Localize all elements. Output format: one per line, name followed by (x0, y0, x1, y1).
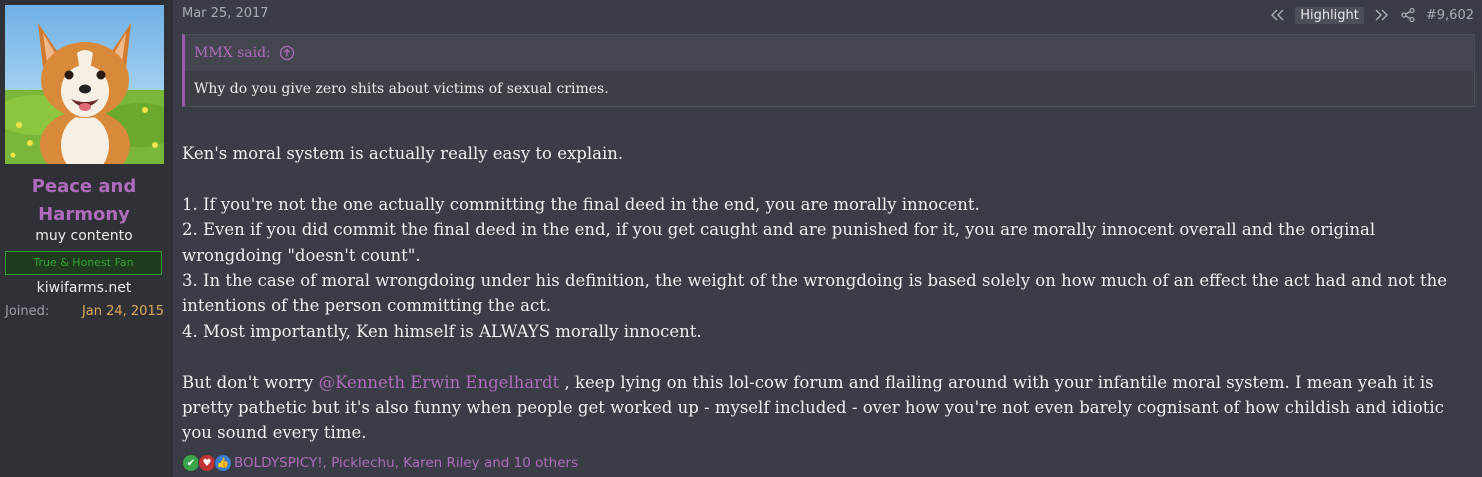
avatar[interactable] (5, 5, 164, 164)
post-closing: But don't worry @Kenneth Erwin Engelhard… (182, 370, 1472, 446)
post-point-2: 2. Even if you did commit the final deed… (182, 220, 1376, 265)
post-number[interactable]: #9,602 (1426, 8, 1474, 23)
user-site: kiwifarms.net (36, 280, 132, 296)
go-to-quote-icon[interactable] (279, 45, 295, 61)
post-body: Ken's moral system is actually really ea… (182, 141, 1472, 446)
user-title: muy contento (35, 228, 133, 244)
username-line-1[interactable]: Peace and (0, 173, 168, 201)
rewind-icon[interactable] (1269, 7, 1285, 23)
quote-text: Why do you give zero shits about victims… (185, 71, 1474, 106)
username-line-2[interactable]: Harmony (0, 201, 168, 229)
quote-block: MMX said: Why do you give zero shits abo… (182, 34, 1475, 107)
post-date[interactable]: Mar 25, 2017 (182, 6, 269, 21)
quote-author[interactable]: MMX said: (194, 45, 271, 61)
joined-date: Jan 24, 2015 (81, 304, 164, 319)
user-banner: True & Honest Fan (5, 251, 162, 275)
post-point-4: 4. Most importantly, Ken himself is ALWA… (182, 321, 702, 341)
user-mention-link[interactable]: @Kenneth Erwin Engelhardt (319, 373, 560, 392)
joined-label: Joined: (5, 304, 50, 319)
quote-header[interactable]: MMX said: (185, 35, 1474, 71)
share-icon[interactable] (1400, 7, 1416, 23)
post-intro: Ken's moral system is actually really ea… (182, 144, 624, 163)
username[interactable]: Peace and Harmony (0, 173, 168, 229)
closing-text-start: But don't worry (182, 372, 319, 392)
highlight-button[interactable]: Highlight (1295, 6, 1364, 24)
fast-forward-icon[interactable] (1374, 7, 1390, 23)
reactions-bar: ✔ ♥ 👍 BOLDYSPICY!, Picklechu, Karen Rile… (182, 453, 578, 473)
post-toolbar: Highlight #9,602 (1269, 5, 1474, 25)
reaction-users-link[interactable]: BOLDYSPICY!, Picklechu, Karen Riley and … (234, 455, 578, 471)
reaction-icons: ✔ ♥ 👍 (182, 454, 232, 472)
thumbs-up-icon: 👍 (214, 454, 232, 472)
post-point-3: 3. In the case of moral wrongdoing under… (182, 271, 1447, 316)
post-point-1: 1. If you're not the one actually commit… (182, 194, 980, 214)
avatar-corgi-image (5, 5, 164, 164)
user-sidebar: Peace and Harmony muy contento True & Ho… (0, 0, 173, 477)
